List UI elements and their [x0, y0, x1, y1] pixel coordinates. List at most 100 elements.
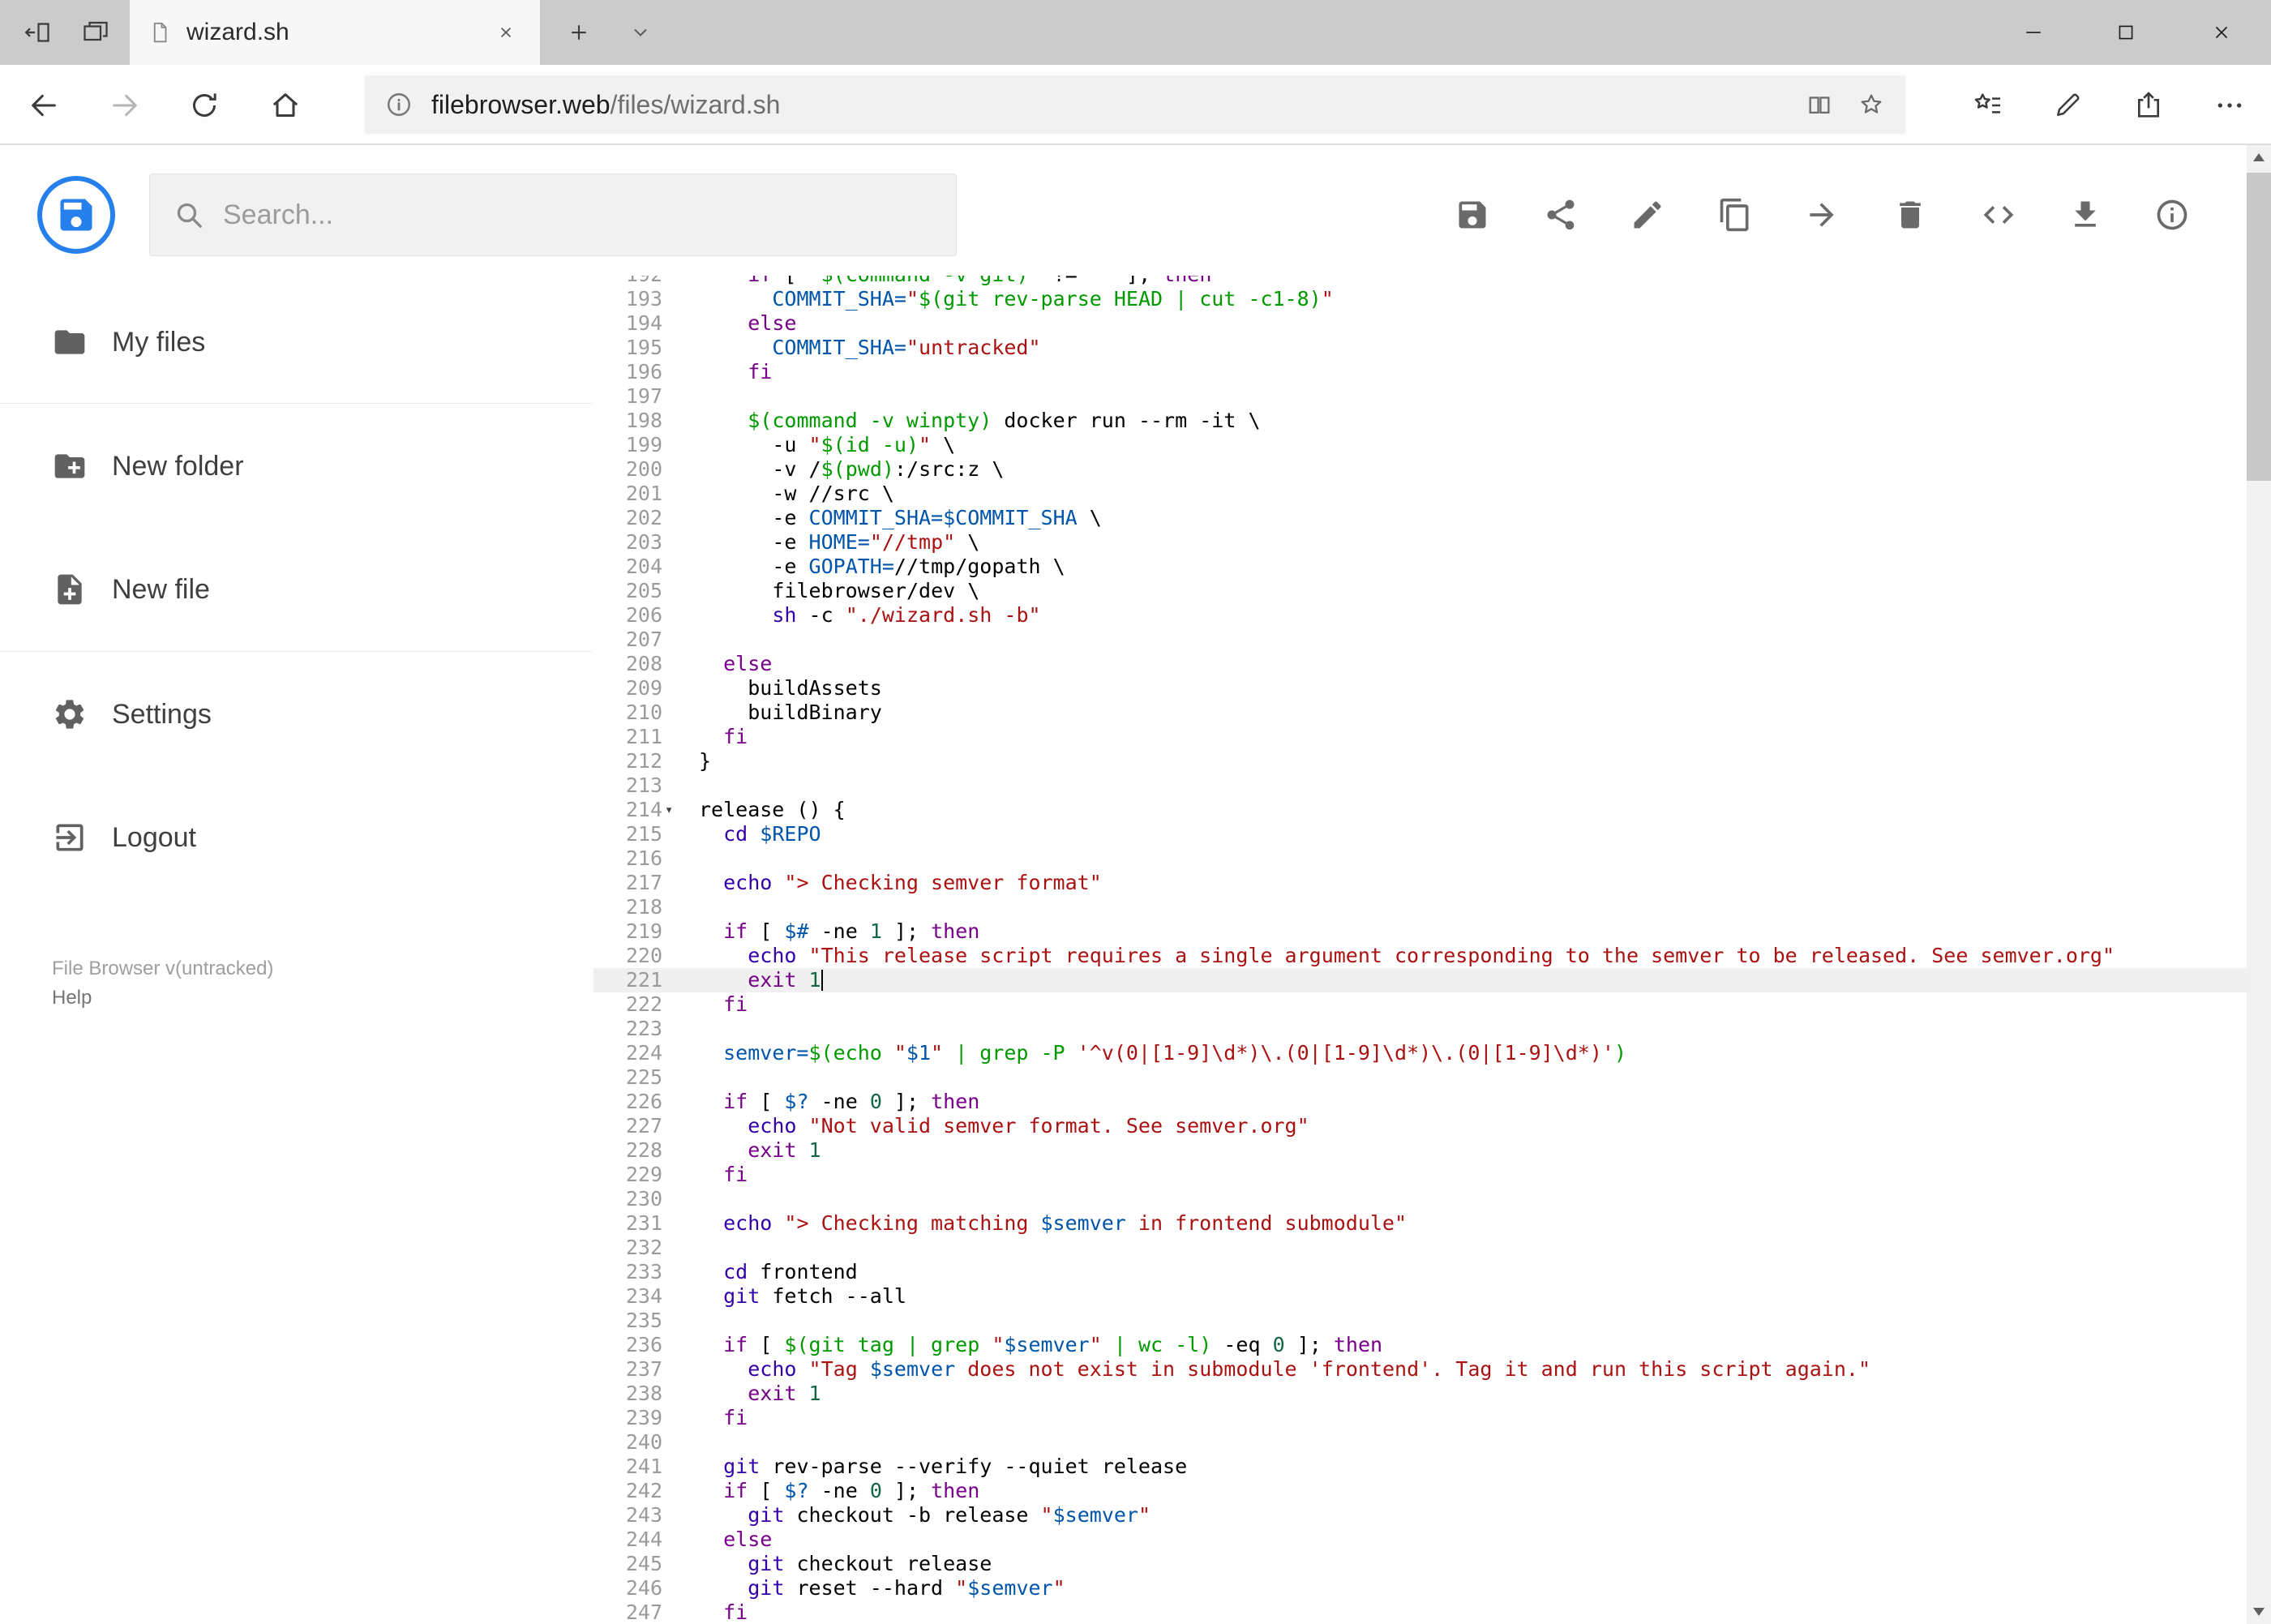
code-line-207[interactable]: 207	[593, 628, 2247, 652]
code-line-209[interactable]: 209 buildAssets	[593, 676, 2247, 701]
tab-list-button[interactable]	[619, 11, 662, 54]
code-line-235[interactable]: 235	[593, 1309, 2247, 1333]
search-input[interactable]	[223, 199, 933, 231]
code-line-226[interactable]: 226 if [ $? -ne 0 ]; then	[593, 1090, 2247, 1114]
sidebar-item-new-folder[interactable]: New folder	[0, 426, 592, 507]
code-line-223[interactable]: 223	[593, 1017, 2247, 1041]
set-tabs-aside-button[interactable]	[16, 11, 58, 54]
address-bar[interactable]: filebrowser.web/files/wizard.sh	[365, 75, 1905, 134]
code-line-227[interactable]: 227 echo "Not valid semver format. See s…	[593, 1114, 2247, 1138]
fold-open-marker-icon[interactable]: ▾	[662, 798, 682, 822]
code-line-238[interactable]: 238 exit 1	[593, 1382, 2247, 1406]
maximize-button[interactable]	[2089, 0, 2162, 65]
code-line-204[interactable]: 204 -e GOPATH=//tmp/gopath \	[593, 555, 2247, 579]
new-tab-button[interactable]	[558, 11, 600, 54]
code-line-203[interactable]: 203 -e HOME="//tmp" \	[593, 530, 2247, 555]
info-icon[interactable]	[379, 85, 418, 124]
code-line-193[interactable]: 193 COMMIT_SHA="$(git rev-parse HEAD | c…	[593, 287, 2247, 311]
back-button[interactable]	[18, 79, 70, 131]
scroll-up-arrow[interactable]	[2247, 145, 2271, 169]
search-box[interactable]	[149, 174, 957, 256]
code-line-192[interactable]: 192 if [ "$(command -v git)" != "" ]; th…	[593, 276, 2247, 287]
code-view-button[interactable]	[1973, 189, 2025, 241]
info-button[interactable]	[2146, 189, 2198, 241]
sidebar-item-my-files[interactable]: My files	[0, 302, 592, 383]
home-button[interactable]	[259, 79, 311, 131]
code-line-210[interactable]: 210 buildBinary	[593, 701, 2247, 725]
code-line-231[interactable]: 231 echo "> Checking matching $semver in…	[593, 1211, 2247, 1236]
code-line-211[interactable]: 211 fi	[593, 725, 2247, 749]
code-line-206[interactable]: 206 sh -c "./wizard.sh -b"	[593, 603, 2247, 628]
minimize-button[interactable]	[1997, 0, 2070, 65]
download-button[interactable]	[2059, 189, 2111, 241]
code-line-230[interactable]: 230	[593, 1187, 2247, 1211]
scroll-down-arrow[interactable]	[2247, 1600, 2271, 1624]
code-line-228[interactable]: 228 exit 1	[593, 1138, 2247, 1163]
code-line-217[interactable]: 217 echo "> Checking semver format"	[593, 871, 2247, 895]
code-line-219[interactable]: 219 if [ $# -ne 1 ]; then	[593, 919, 2247, 944]
code-line-240[interactable]: 240	[593, 1430, 2247, 1455]
code-editor[interactable]: 192 if [ "$(command -v git)" != "" ]; th…	[593, 276, 2247, 1624]
help-link[interactable]: Help	[52, 987, 92, 1009]
app-logo[interactable]	[37, 176, 115, 254]
favorite-star-button[interactable]	[1852, 85, 1891, 124]
more-button[interactable]	[2204, 79, 2256, 131]
code-line-220[interactable]: 220 echo "This release script requires a…	[593, 944, 2247, 968]
share-file-button[interactable]	[1535, 189, 1587, 241]
code-line-205[interactable]: 205 filebrowser/dev \	[593, 579, 2247, 603]
window-close-button[interactable]	[2185, 0, 2258, 65]
code-line-241[interactable]: 241 git rev-parse --verify --quiet relea…	[593, 1455, 2247, 1479]
code-line-247[interactable]: 247 fi	[593, 1600, 2247, 1624]
code-line-216[interactable]: 216	[593, 846, 2247, 871]
code-line-197[interactable]: 197	[593, 384, 2247, 409]
code-line-213[interactable]: 213	[593, 773, 2247, 798]
code-line-243[interactable]: 243 git checkout -b release "$semver"	[593, 1503, 2247, 1528]
code-line-233[interactable]: 233 cd frontend	[593, 1260, 2247, 1284]
page-scrollbar[interactable]	[2247, 145, 2271, 1624]
code-line-245[interactable]: 245 git checkout release	[593, 1552, 2247, 1576]
code-line-200[interactable]: 200 -v /$(pwd):/src:z \	[593, 457, 2247, 482]
code-line-196[interactable]: 196 fi	[593, 360, 2247, 384]
sidebar-item-logout[interactable]: Logout	[0, 797, 592, 878]
code-line-202[interactable]: 202 -e COMMIT_SHA=$COMMIT_SHA \	[593, 506, 2247, 530]
code-line-198[interactable]: 198 $(command -v winpty) docker run --rm…	[593, 409, 2247, 433]
refresh-button[interactable]	[178, 79, 230, 131]
delete-button[interactable]	[1884, 189, 1936, 241]
sidebar-item-settings[interactable]: Settings	[0, 674, 592, 755]
copy-button[interactable]	[1709, 189, 1761, 241]
scrollbar-thumb[interactable]	[2247, 173, 2271, 481]
code-line-214[interactable]: 214 ▾ release () {	[593, 798, 2247, 822]
code-line-199[interactable]: 199 -u "$(id -u)" \	[593, 433, 2247, 457]
code-line-218[interactable]: 218	[593, 895, 2247, 919]
code-line-194[interactable]: 194 else	[593, 311, 2247, 336]
code-line-201[interactable]: 201 -w //src \	[593, 482, 2247, 506]
share-button[interactable]	[2123, 79, 2175, 131]
code-line-229[interactable]: 229 fi	[593, 1163, 2247, 1187]
hub-button[interactable]	[1962, 79, 2014, 131]
forward-button[interactable]	[99, 79, 151, 131]
code-line-224[interactable]: 224 semver=$(echo "$1" | grep -P '^v(0|[…	[593, 1041, 2247, 1065]
rename-button[interactable]	[1622, 189, 1673, 241]
code-line-246[interactable]: 246 git reset --hard "$semver"	[593, 1576, 2247, 1600]
code-line-208[interactable]: 208 else	[593, 652, 2247, 676]
code-line-237[interactable]: 237 echo "Tag $semver does not exist in …	[593, 1357, 2247, 1382]
code-line-212[interactable]: 212}	[593, 749, 2247, 773]
tabs-preview-button[interactable]	[75, 11, 117, 54]
web-note-button[interactable]	[2042, 79, 2093, 131]
reading-view-button[interactable]	[1800, 85, 1839, 124]
code-line-222[interactable]: 222 fi	[593, 992, 2247, 1017]
code-line-242[interactable]: 242 if [ $? -ne 0 ]; then	[593, 1479, 2247, 1503]
code-line-232[interactable]: 232	[593, 1236, 2247, 1260]
code-line-221[interactable]: 221 exit 1	[593, 968, 2247, 992]
code-line-239[interactable]: 239 fi	[593, 1406, 2247, 1430]
tab-close-button[interactable]	[490, 16, 522, 49]
code-line-195[interactable]: 195 COMMIT_SHA="untracked"	[593, 336, 2247, 360]
code-line-234[interactable]: 234 git fetch --all	[593, 1284, 2247, 1309]
move-button[interactable]	[1796, 189, 1848, 241]
sidebar-item-new-file[interactable]: New file	[0, 549, 592, 630]
code-line-236[interactable]: 236 if [ $(git tag | grep "$semver" | wc…	[593, 1333, 2247, 1357]
code-line-225[interactable]: 225	[593, 1065, 2247, 1090]
code-line-244[interactable]: 244 else	[593, 1528, 2247, 1552]
browser-tab[interactable]: wizard.sh	[130, 0, 540, 65]
code-line-215[interactable]: 215 cd $REPO	[593, 822, 2247, 846]
